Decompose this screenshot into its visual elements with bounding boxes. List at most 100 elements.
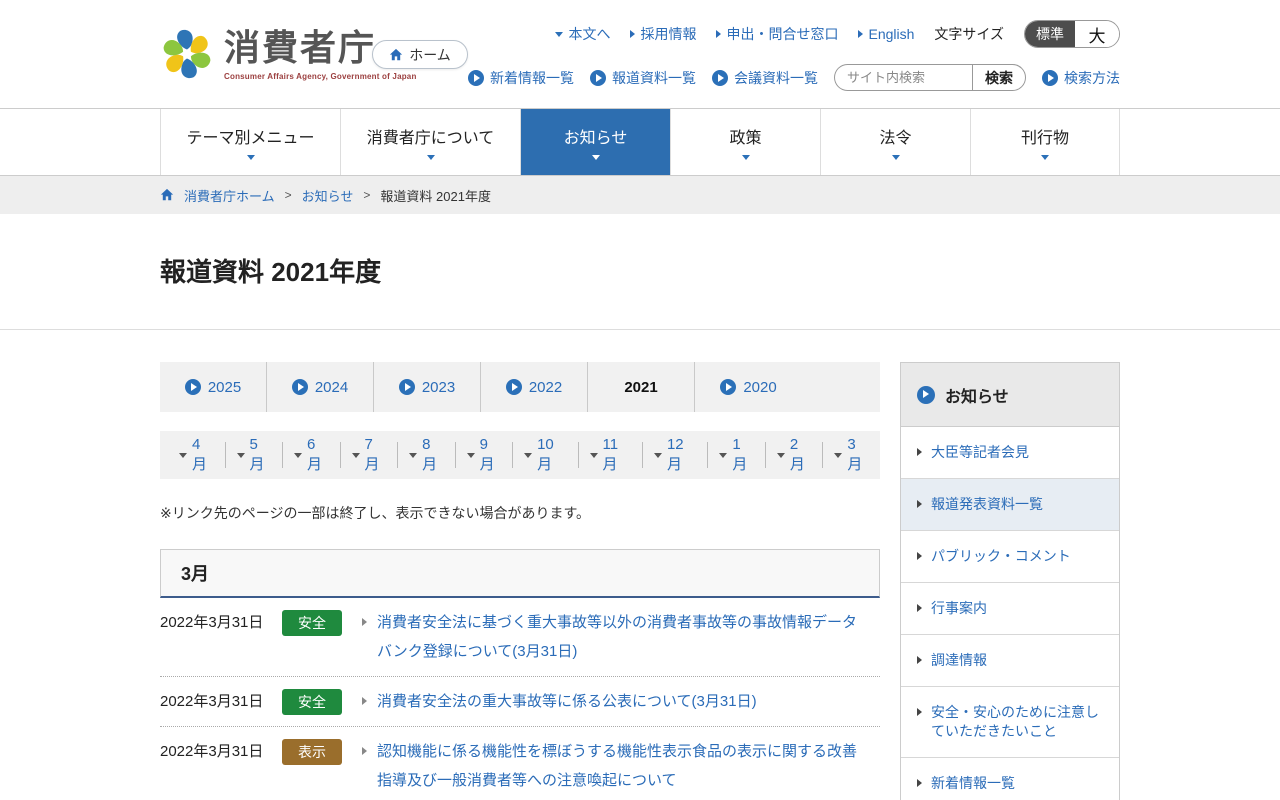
chevron-down-icon xyxy=(776,452,785,458)
sidebar-header: お知らせ xyxy=(901,363,1119,427)
chevron-down-icon xyxy=(524,452,533,458)
sidebar-item-safety-cautions[interactable]: 安全・安心のために注意していただきたいこと xyxy=(901,687,1119,758)
arrow-right-icon xyxy=(630,30,636,38)
month-tab-8[interactable]: 8月 xyxy=(398,436,456,473)
chevron-down-icon xyxy=(719,452,728,458)
month-tab-10[interactable]: 10月 xyxy=(513,436,579,473)
nav-tab-news[interactable]: お知らせ xyxy=(520,109,670,175)
inquiry-link[interactable]: 申出・問合せ窓口 xyxy=(716,24,838,44)
chevron-down-icon xyxy=(891,155,900,160)
month-tab-12[interactable]: 12月 xyxy=(643,436,709,473)
month-section-header: 3月 xyxy=(160,549,880,598)
arrow-circle-icon xyxy=(291,379,308,395)
new-info-list-link[interactable]: 新着情報一覧 xyxy=(468,68,574,88)
breadcrumb-separator: > xyxy=(363,188,371,202)
chevron-down-icon xyxy=(294,452,303,458)
search-button[interactable]: 検索 xyxy=(972,64,1026,91)
sidebar-item-events[interactable]: 行事案内 xyxy=(901,583,1119,635)
sidebar: お知らせ 大臣等記者会見 報道発表資料一覧 パブリック・コメント 行事案内 調達… xyxy=(900,362,1120,800)
news-date: 2022年3月31日 xyxy=(160,614,264,631)
news-link[interactable]: 認知機能に係る機能性を標ぼうする機能性表示食品の表示に関する改善指導及び一般消費… xyxy=(377,737,862,795)
nav-tab-about[interactable]: 消費者庁について xyxy=(340,109,520,175)
month-tab-9[interactable]: 9月 xyxy=(456,436,514,473)
arrow-right-icon xyxy=(362,697,367,705)
news-list: 2022年3月31日 安全 消費者安全法に基づく重大事故等以外の消費者事故等の事… xyxy=(160,598,880,800)
year-tab-2025[interactable]: 2025 xyxy=(160,362,267,412)
chevron-down-icon xyxy=(246,155,255,160)
sidebar-item-procurement[interactable]: 調達情報 xyxy=(901,635,1119,687)
arrow-right-icon xyxy=(917,448,922,456)
home-button[interactable]: ホーム xyxy=(372,40,468,69)
search-input[interactable] xyxy=(834,64,972,91)
title-section: 報道資料 2021年度 xyxy=(0,214,1280,330)
utility-links: 本文へ 採用情報 申出・問合せ窓口 English 文字サイズ 標準 大 xyxy=(555,20,1120,48)
nav-tab-policy[interactable]: 政策 xyxy=(670,109,820,175)
chevron-down-icon xyxy=(1041,155,1049,160)
chevron-down-icon xyxy=(236,452,245,458)
page-title: 報道資料 2021年度 xyxy=(160,257,382,287)
chevron-down-icon xyxy=(834,452,843,458)
month-tab-3[interactable]: 3月 xyxy=(823,436,880,473)
search-help-link[interactable]: 検索方法 xyxy=(1042,68,1120,88)
chevron-down-icon xyxy=(179,452,187,458)
category-badge: 表示 xyxy=(282,739,342,765)
sidebar-item-new-info[interactable]: 新着情報一覧 xyxy=(901,758,1119,800)
press-list-link[interactable]: 報道資料一覧 xyxy=(590,68,696,88)
arrow-right-icon xyxy=(917,708,922,716)
arrow-circle-icon xyxy=(712,69,728,86)
chevron-down-icon xyxy=(409,452,418,458)
month-filter-bar: 4月 5月 6月 7月 8月 9月 10月 11月 12月 1月 2月 3月 xyxy=(160,431,880,479)
year-tab-2022[interactable]: 2022 xyxy=(481,362,588,412)
font-size-standard-button[interactable]: 標準 xyxy=(1025,21,1075,47)
site-header: 消費者庁 Consumer Affairs Agency, Government… xyxy=(0,0,1280,108)
arrow-right-icon xyxy=(362,618,367,626)
arrow-right-icon xyxy=(917,500,922,508)
chevron-down-icon xyxy=(426,155,435,160)
font-size-large-button[interactable]: 大 xyxy=(1075,21,1119,47)
month-tab-1[interactable]: 1月 xyxy=(708,436,766,473)
sidebar-title: お知らせ xyxy=(945,388,1009,406)
arrow-circle-icon xyxy=(184,379,201,395)
arrow-circle-icon xyxy=(505,379,522,395)
month-tab-7[interactable]: 7月 xyxy=(341,436,399,473)
agency-name-en: Consumer Affairs Agency, Government of J… xyxy=(224,72,417,81)
arrow-right-icon xyxy=(917,656,922,664)
month-tab-4[interactable]: 4月 xyxy=(168,436,226,473)
year-tab-2024[interactable]: 2024 xyxy=(267,362,374,412)
font-size-label: 文字サイズ xyxy=(934,26,1004,42)
home-button-label: ホーム xyxy=(409,46,451,63)
month-tab-6[interactable]: 6月 xyxy=(283,436,341,473)
nav-tab-publications[interactable]: 刊行物 xyxy=(970,109,1120,175)
nav-tab-law[interactable]: 法令 xyxy=(820,109,970,175)
to-content-link[interactable]: 本文へ xyxy=(555,24,610,44)
meeting-list-link[interactable]: 会議資料一覧 xyxy=(712,68,818,88)
breadcrumb-home-link[interactable]: 消費者庁ホーム xyxy=(184,186,275,205)
sidebar-item-press-releases[interactable]: 報道発表資料一覧 xyxy=(901,479,1119,531)
news-date: 2022年3月31日 xyxy=(160,743,264,760)
category-badge: 安全 xyxy=(282,689,342,715)
english-link[interactable]: English xyxy=(858,26,914,42)
news-link[interactable]: 消費者安全法に基づく重大事故等以外の消費者事故等の事故情報データバンク登録につい… xyxy=(377,608,862,666)
year-tab-2023[interactable]: 2023 xyxy=(374,362,481,412)
arrow-circle-icon xyxy=(590,69,606,86)
chevron-down-icon xyxy=(555,31,564,37)
nav-tab-theme-menu[interactable]: テーマ別メニュー xyxy=(160,109,340,175)
breadcrumb-current: 報道資料 2021年度 xyxy=(380,188,491,204)
sidebar-item-press-conference[interactable]: 大臣等記者会見 xyxy=(901,427,1119,479)
arrow-right-icon xyxy=(716,30,722,38)
recruit-link[interactable]: 採用情報 xyxy=(630,24,696,44)
home-icon xyxy=(390,48,403,60)
year-tab-2020[interactable]: 2020 xyxy=(695,362,802,412)
news-link[interactable]: 消費者安全法の重大事故等に係る公表について(3月31日) xyxy=(377,687,757,716)
month-tab-11[interactable]: 11月 xyxy=(579,436,643,473)
quick-links: 新着情報一覧 報道資料一覧 会議資料一覧 検索 検索方法 xyxy=(468,64,1120,91)
arrow-right-icon xyxy=(362,747,367,755)
chevron-down-icon xyxy=(466,452,475,458)
month-tab-5[interactable]: 5月 xyxy=(226,436,284,473)
month-tab-2[interactable]: 2月 xyxy=(766,436,824,473)
arrow-circle-icon xyxy=(720,379,737,395)
breadcrumb-section-link[interactable]: お知らせ xyxy=(302,186,354,205)
year-filter-bar: 2025 2024 2023 2022 2021 2020 xyxy=(160,362,880,412)
sidebar-item-public-comment[interactable]: パブリック・コメント xyxy=(901,531,1119,583)
year-tab-2021-current: 2021 xyxy=(588,362,695,412)
